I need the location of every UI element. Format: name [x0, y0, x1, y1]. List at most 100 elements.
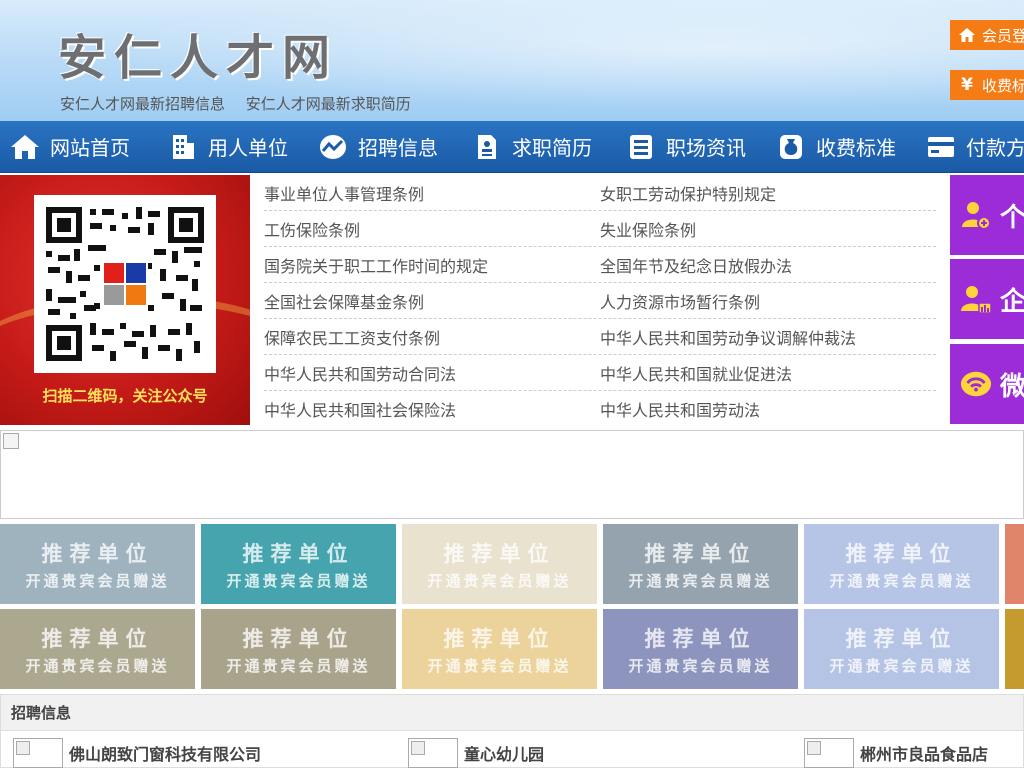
recommend-tile[interactable]: 推荐单位 开通贵宾会员赠送 — [402, 609, 597, 689]
enterprise-tile-label: 企 — [1000, 286, 1024, 317]
law-row: 中华人民共和国劳动合同法 中华人民共和国就业促进法 — [264, 355, 936, 391]
law-row: 国务院关于职工工作时间的规定 全国年节及纪念日放假办法 — [264, 247, 936, 283]
recommend-tile[interactable]: 推荐单位 开通贵宾会员赠送 — [0, 524, 195, 604]
recommend-tile[interactable]: 推荐单位 开通贵宾会员赠送 — [402, 524, 597, 604]
recommend-tile[interactable]: 推荐单位 开通贵宾会员赠送 — [804, 609, 999, 689]
nav-news[interactable]: 职场资讯 — [616, 121, 756, 173]
yen-icon: ¥ — [961, 75, 973, 95]
law-link[interactable]: 中华人民共和国社会保险法 — [264, 397, 600, 421]
enterprise-tile[interactable]: 企 — [950, 259, 1024, 339]
member-login-button[interactable]: 会员登 — [950, 20, 1024, 50]
company-logo — [13, 738, 63, 768]
recommend-subtitle: 开通贵宾会员赠送 — [628, 656, 773, 675]
recommend-tile[interactable]: 推荐单位 开通贵宾会员赠送 — [0, 609, 195, 689]
law-link[interactable]: 人力资源市场暂行条例 — [600, 289, 936, 313]
latest-jobs-link[interactable]: 安仁人才网最新招聘信息 — [60, 95, 225, 113]
main-nav: 网站首页 用人单位 招聘信息 求职简历 职场资讯 收费标准 付款方式 — [0, 121, 1024, 173]
recommend-tile[interactable]: 推荐单位 开通贵宾会员赠送 — [201, 609, 396, 689]
site-title[interactable]: 安仁人才网 — [58, 18, 338, 88]
recommend-tile[interactable]: 推荐单位 开通贵宾会员赠送 — [603, 609, 798, 689]
recommended-employers: 推荐单位 开通贵宾会员赠送 推荐单位 开通贵宾会员赠送 推荐单位 开通贵宾会员赠… — [0, 524, 1024, 689]
law-link[interactable]: 中华人民共和国劳动合同法 — [264, 361, 600, 385]
building-icon — [168, 132, 198, 162]
company-name: 童心幼儿园 — [464, 745, 545, 764]
law-row: 工伤保险条例 失业保险条例 — [264, 211, 936, 247]
nav-payment[interactable]: 付款方式 — [916, 121, 1024, 173]
jobs-section: 招聘信息 佛山朗致门窗科技有限公司 童心幼儿园 郴州市良品食品店 — [0, 694, 1024, 768]
broken-image-icon — [3, 433, 19, 449]
law-link[interactable]: 保障农民工工资支付条例 — [264, 325, 600, 349]
job-listing[interactable]: 佛山朗致门窗科技有限公司 — [13, 738, 261, 768]
latest-resumes-link[interactable]: 安仁人才网最新求职简历 — [246, 95, 411, 113]
company-logo — [804, 738, 854, 768]
fee-standard-button[interactable]: ¥ 收费标 — [950, 70, 1024, 100]
header-links: 安仁人才网最新招聘信息 安仁人才网最新求职简历 — [60, 93, 427, 114]
law-row: 中华人民共和国社会保险法 中华人民共和国劳动法 — [264, 391, 936, 427]
recommend-tile[interactable]: 推荐单位 开通贵宾会员赠送 — [603, 524, 798, 604]
recommend-title: 推荐单位 — [443, 626, 556, 651]
law-row: 保障农民工工资支付条例 中华人民共和国劳动争议调解仲裁法 — [264, 319, 936, 355]
recommend-subtitle: 开通贵宾会员赠送 — [829, 571, 974, 590]
law-links: 事业单位人事管理条例 女职工劳动保护特别规定 工伤保险条例 失业保险条例 国务院… — [264, 175, 936, 427]
nav-resumes[interactable]: 求职简历 — [462, 121, 602, 173]
law-link[interactable]: 全国社会保障基金条例 — [264, 289, 600, 313]
wechat-icon — [960, 368, 992, 400]
law-link[interactable]: 中华人民共和国劳动法 — [600, 397, 936, 421]
chart-icon — [318, 132, 348, 162]
nav-employers-label: 用人单位 — [208, 136, 288, 160]
law-link[interactable]: 中华人民共和国就业促进法 — [600, 361, 936, 385]
recommend-tile[interactable]: 推荐单位 开通贵宾会员赠送 — [804, 524, 999, 604]
nav-resumes-label: 求职简历 — [512, 136, 592, 160]
company-name: 郴州市良品食品店 — [860, 745, 989, 764]
law-link[interactable]: 全国年节及纪念日放假办法 — [600, 253, 936, 277]
qr-caption: 扫描二维码，关注公众号 — [42, 387, 208, 405]
nav-news-label: 职场资讯 — [666, 136, 746, 160]
job-listing[interactable]: 郴州市良品食品店 — [804, 738, 988, 768]
personal-tile-label: 个 — [1000, 202, 1024, 233]
nav-home-label: 网站首页 — [50, 136, 130, 160]
recommend-subtitle: 开通贵宾会员赠送 — [226, 571, 371, 590]
law-link[interactable]: 国务院关于职工工作时间的规定 — [264, 253, 600, 277]
recommend-tile-partial[interactable] — [1005, 524, 1024, 604]
recommend-title: 推荐单位 — [242, 626, 355, 651]
law-link[interactable]: 失业保险条例 — [600, 217, 936, 241]
money-bag-icon — [776, 132, 806, 162]
job-listing[interactable]: 童心幼儿园 — [408, 738, 544, 768]
law-row: 全国社会保障基金条例 人力资源市场暂行条例 — [264, 283, 936, 319]
card-icon — [926, 132, 956, 162]
law-link[interactable]: 中华人民共和国劳动争议调解仲裁法 — [600, 325, 936, 349]
nav-jobs[interactable]: 招聘信息 — [308, 121, 448, 173]
recommend-tile-partial[interactable] — [1005, 609, 1024, 689]
user-chart-icon — [960, 283, 992, 315]
nav-home[interactable]: 网站首页 — [0, 121, 140, 173]
recommend-tile[interactable]: 推荐单位 开通贵宾会员赠送 — [201, 524, 396, 604]
home-icon — [958, 26, 976, 44]
recommend-title: 推荐单位 — [443, 541, 556, 566]
recommend-title: 推荐单位 — [41, 541, 154, 566]
qr-code-image — [34, 195, 216, 373]
personal-tile[interactable]: 个 — [950, 175, 1024, 255]
member-login-label: 会员登 — [982, 26, 1024, 45]
nav-fees-label: 收费标准 — [816, 136, 896, 160]
company-name: 佛山朗致门窗科技有限公司 — [69, 745, 262, 764]
fee-standard-label: 收费标 — [982, 76, 1024, 95]
nav-jobs-label: 招聘信息 — [358, 136, 438, 160]
recommend-subtitle: 开通贵宾会员赠送 — [628, 571, 773, 590]
home-icon — [10, 132, 40, 162]
site-header: 安仁人才网 安仁人才网最新招聘信息 安仁人才网最新求职简历 会员登 ¥ 收费标 — [0, 0, 1024, 121]
recommend-subtitle: 开通贵宾会员赠送 — [427, 571, 572, 590]
banner-image[interactable] — [0, 430, 1024, 519]
recommend-subtitle: 开通贵宾会员赠送 — [427, 656, 572, 675]
law-link[interactable]: 工伤保险条例 — [264, 217, 600, 241]
wechat-tile[interactable]: 微 — [950, 344, 1024, 424]
news-icon — [626, 132, 656, 162]
law-link[interactable]: 女职工劳动保护特别规定 — [600, 181, 936, 205]
recommend-subtitle: 开通贵宾会员赠送 — [25, 656, 170, 675]
nav-employers[interactable]: 用人单位 — [158, 121, 298, 173]
recommend-subtitle: 开通贵宾会员赠送 — [829, 656, 974, 675]
resume-icon — [472, 132, 502, 162]
nav-fees[interactable]: 收费标准 — [766, 121, 906, 173]
jobs-heading: 招聘信息 — [1, 695, 1023, 731]
law-link[interactable]: 事业单位人事管理条例 — [264, 181, 600, 205]
qr-code-panel: 扫描二维码，关注公众号 — [0, 175, 250, 425]
